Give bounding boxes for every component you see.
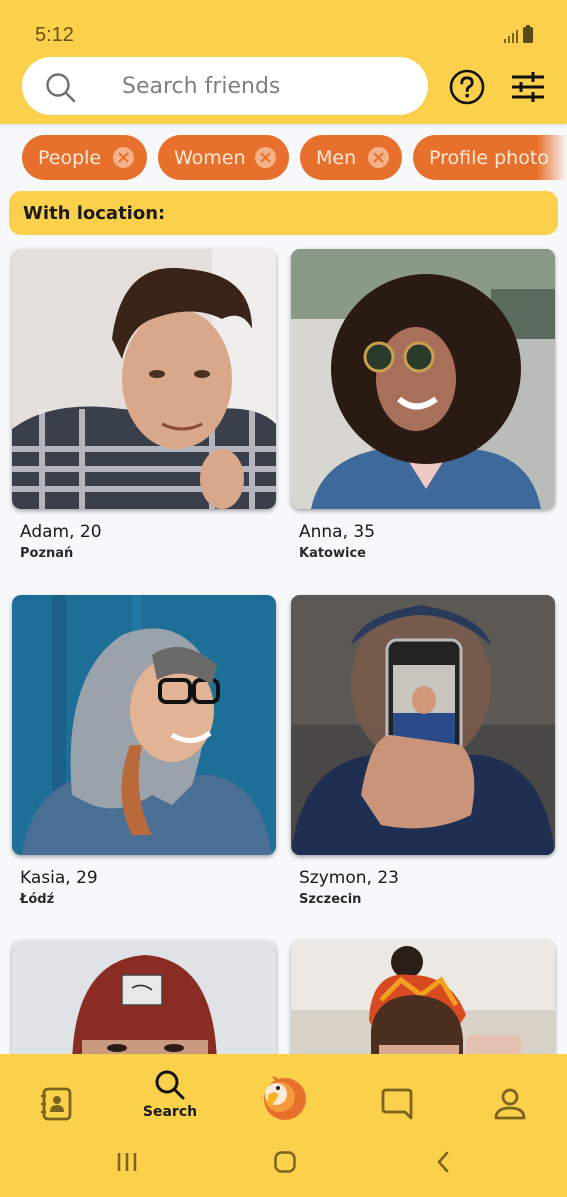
profile-name: Adam, 20 [20, 522, 102, 542]
profile-name: Anna, 35 [299, 522, 376, 542]
profile-city: Poznań [20, 546, 74, 561]
nav-search[interactable]: Search [140, 1068, 200, 1128]
contacts-icon [41, 1087, 72, 1121]
bottom-nav: Search [0, 1054, 567, 1197]
chip-women[interactable]: Women [158, 135, 289, 180]
chip-men[interactable]: Men [300, 135, 402, 180]
profile-name: Kasia, 29 [20, 868, 98, 888]
back-button-icon[interactable] [432, 1150, 456, 1174]
profile-photo [12, 249, 276, 509]
home-button-icon[interactable] [273, 1150, 297, 1174]
filter-chips: People Women Men Profile photo [0, 135, 567, 181]
chip-label: People [38, 146, 102, 169]
search-icon [155, 1070, 185, 1100]
parrot-logo-icon [264, 1076, 306, 1120]
remove-chip-icon[interactable] [113, 147, 134, 168]
search-box[interactable] [22, 57, 428, 115]
help-icon[interactable] [448, 68, 486, 106]
nav-profile[interactable] [480, 1068, 540, 1128]
top-bar: 5:12 [0, 0, 567, 124]
battery-icon [523, 25, 533, 43]
nav-search-label: Search [142, 1104, 198, 1120]
profile-name: Szymon, 23 [299, 868, 399, 888]
section-header: With location: [9, 191, 558, 235]
search-input[interactable] [122, 57, 412, 115]
filter-sliders-icon[interactable] [508, 68, 548, 106]
recent-apps-icon[interactable] [115, 1150, 139, 1174]
profile-icon [494, 1088, 526, 1120]
chat-icon [381, 1088, 413, 1120]
nav-chat[interactable] [367, 1068, 427, 1128]
status-time: 5:12 [35, 24, 74, 46]
chip-label: Profile photo [429, 146, 549, 169]
profile-city: Łódź [20, 892, 55, 907]
screen: 5:12 Search friends People Women Men Pro… [0, 0, 567, 1197]
search-icon [46, 73, 76, 103]
profile-photo [291, 595, 555, 855]
remove-chip-icon[interactable] [255, 147, 276, 168]
profile-photo [291, 249, 555, 509]
nav-contacts[interactable] [26, 1068, 86, 1128]
chip-people[interactable]: People [22, 135, 147, 180]
signal-icon [504, 29, 518, 43]
chip-label: Women [174, 146, 246, 169]
profile-city: Szczecin [299, 892, 362, 907]
status-icons [504, 25, 533, 43]
chip-label: Men [316, 146, 357, 169]
nav-home-logo[interactable] [255, 1068, 311, 1128]
remove-chip-icon[interactable] [368, 147, 389, 168]
profile-city: Katowice [299, 546, 366, 561]
chips-scroll-fade [537, 135, 567, 181]
profile-photo [12, 595, 276, 855]
